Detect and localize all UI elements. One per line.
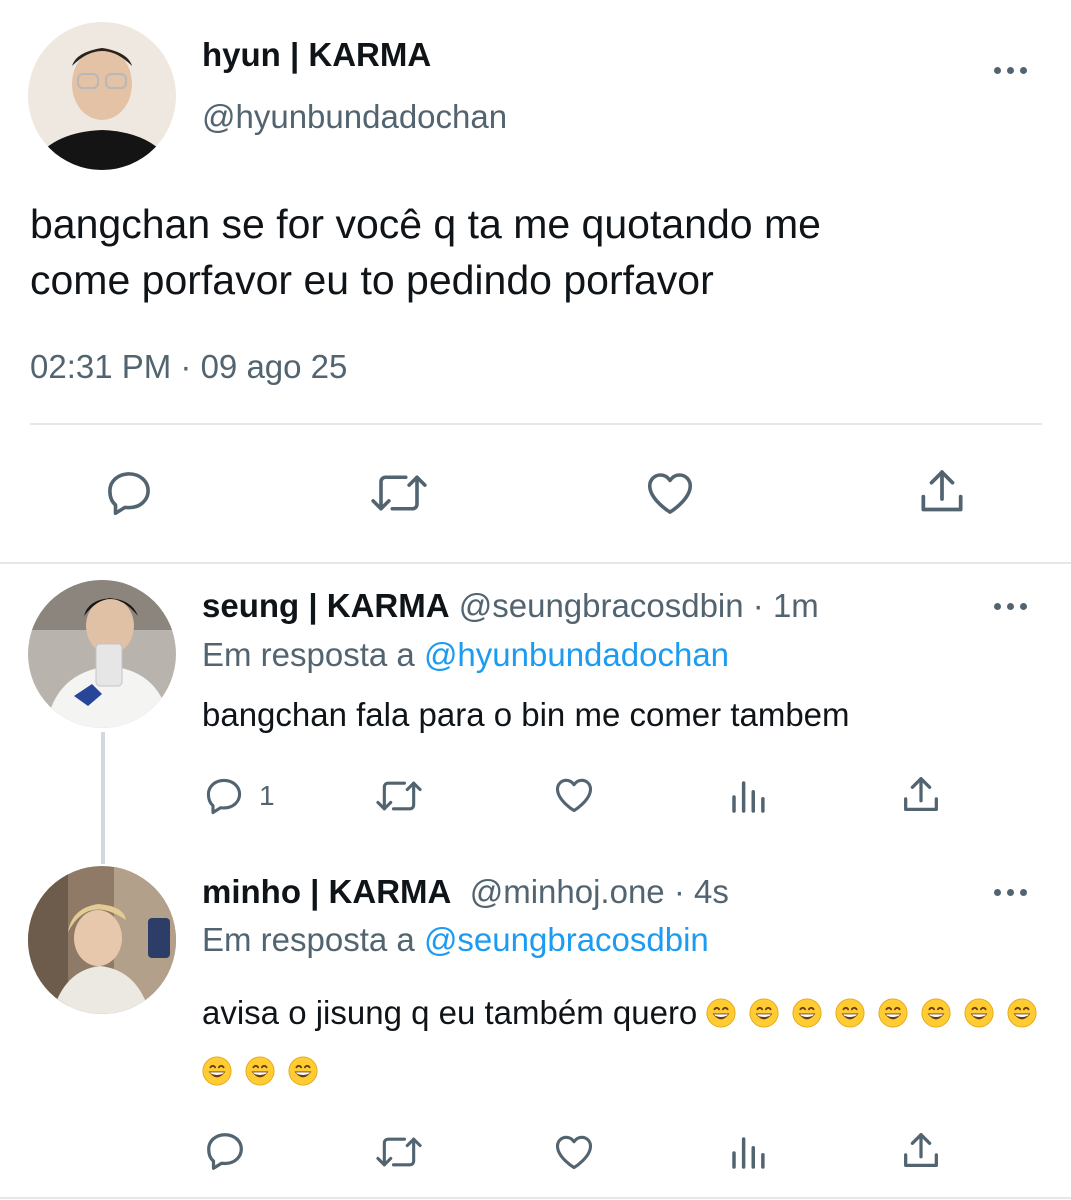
divider [0, 1197, 1071, 1199]
reply-icon[interactable] [102, 466, 156, 520]
more-icon[interactable] [994, 603, 1027, 610]
grinning-face-emoji [964, 988, 994, 1028]
reply-text: avisa o jisung q eu também quero [202, 984, 1052, 1100]
grinning-face-emoji [792, 988, 822, 1028]
reply-context-label: Em resposta a [202, 636, 424, 673]
tweet-text-line: come porfavor eu to pedindo porfavor [30, 257, 714, 303]
reply-text-body: avisa o jisung q eu também quero [202, 994, 698, 1031]
display-name[interactable]: seung | KARMA [202, 587, 450, 624]
share-icon[interactable] [898, 1128, 944, 1174]
heart-icon[interactable] [551, 1130, 597, 1174]
reply-text: bangchan fala para o bin me comer tambem [202, 696, 850, 733]
avatar-seung[interactable] [28, 580, 176, 728]
share-icon[interactable] [914, 464, 970, 520]
heart-icon[interactable] [551, 773, 597, 817]
grinning-face-emoji [288, 1046, 318, 1086]
divider [30, 423, 1042, 425]
user-handle[interactable]: @hyunbundadochan [202, 98, 507, 136]
user-handle[interactable]: @seungbracosdbin [459, 587, 744, 624]
retweet-icon[interactable] [366, 466, 432, 520]
tweet-text: bangchan se for você q ta me quotando me… [30, 196, 821, 308]
retweet-icon[interactable] [372, 1130, 426, 1174]
reply-icon[interactable] [202, 1128, 248, 1174]
thread-line [101, 732, 105, 864]
reply-count: 1 [259, 780, 275, 811]
divider [0, 562, 1071, 564]
display-name[interactable]: minho | KARMA [202, 873, 451, 910]
grinning-face-emoji [921, 988, 951, 1028]
display-name[interactable]: hyun | KARMA [202, 36, 431, 74]
analytics-icon[interactable] [726, 776, 770, 818]
heart-icon[interactable] [642, 466, 698, 520]
mention-link[interactable]: @hyunbundadochan [424, 636, 729, 673]
retweet-icon[interactable] [372, 774, 426, 818]
reply-icon[interactable] [202, 774, 246, 818]
share-icon[interactable] [898, 772, 944, 818]
grinning-face-emoji [202, 1046, 232, 1086]
reply-context: Em resposta a @seungbracosdbin [202, 921, 709, 959]
more-icon[interactable] [994, 67, 1027, 74]
more-icon[interactable] [994, 889, 1027, 896]
user-handle[interactable]: @minhoj.one [470, 873, 665, 910]
reply-context: Em resposta a @hyunbundadochan [202, 636, 729, 674]
reply-header: seung | KARMA @seungbracosdbin · 1m [202, 587, 819, 625]
grinning-face-emoji [835, 988, 865, 1028]
analytics-icon[interactable] [726, 1132, 770, 1174]
grinning-face-emoji [245, 1046, 275, 1086]
grinning-face-emoji [749, 988, 779, 1028]
tweet-time[interactable]: · 4s [674, 873, 729, 910]
tweet-timestamp[interactable]: 02:31 PM · 09 ago 25 [30, 348, 347, 386]
avatar-minho[interactable] [28, 866, 176, 1014]
grinning-face-emoji [878, 988, 908, 1028]
grinning-face-emoji [1007, 988, 1037, 1028]
grinning-face-emoji [706, 988, 736, 1028]
reply-header: minho | KARMA @minhoj.one · 4s [202, 873, 729, 911]
mention-link[interactable]: @seungbracosdbin [424, 921, 709, 958]
avatar-hyun[interactable] [28, 22, 176, 170]
reply-context-label: Em resposta a [202, 921, 424, 958]
tweet-text-line: bangchan se for você q ta me quotando me [30, 201, 821, 247]
tweet-time[interactable]: · 1m [753, 587, 819, 624]
